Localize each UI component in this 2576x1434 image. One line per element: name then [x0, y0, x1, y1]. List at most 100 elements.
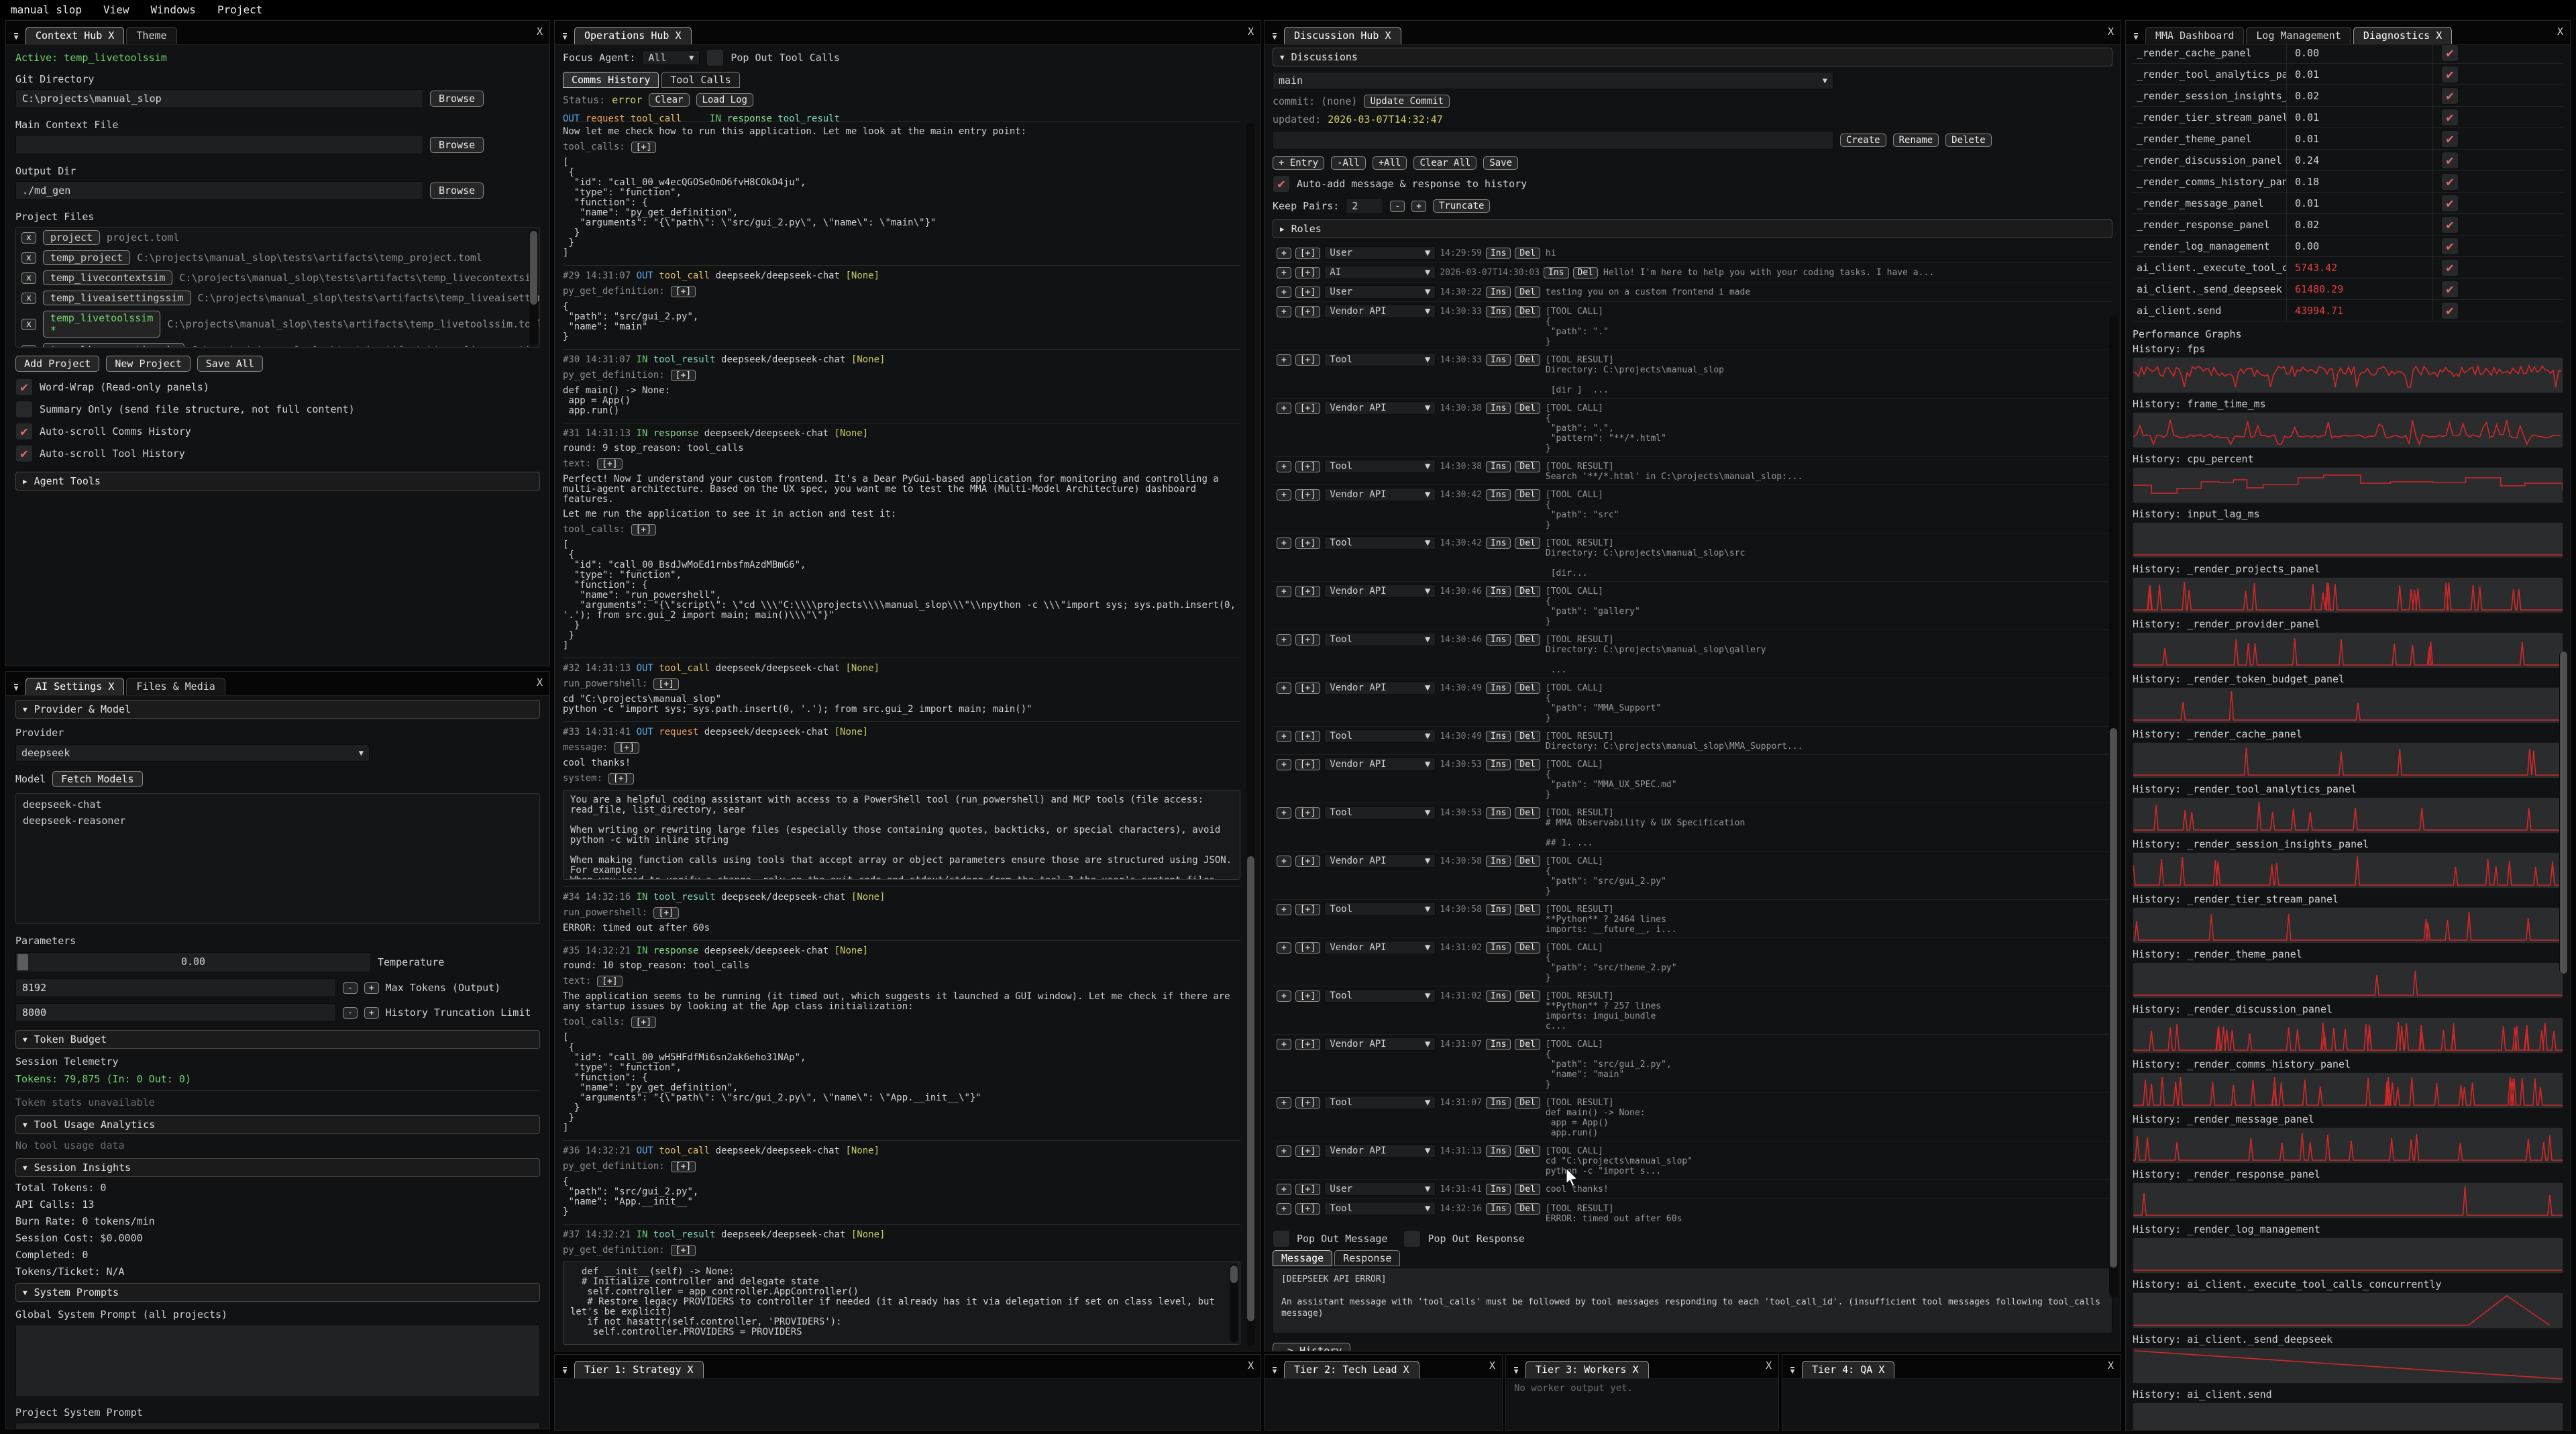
keep-pairs-plus-button[interactable]: +	[1411, 201, 1426, 212]
entry-collapse-button[interactable]: +	[1277, 856, 1291, 867]
menu-item-project[interactable]: Project	[207, 2, 273, 17]
entry-role-select[interactable]: Tool▼	[1324, 903, 1436, 916]
popout-message-checkbox[interactable]	[1273, 1230, 1290, 1247]
popout-response-checkbox[interactable]	[1403, 1230, 1421, 1247]
disc--all-button[interactable]: +All	[1373, 156, 1407, 170]
entry-collapse-button[interactable]: +	[1277, 489, 1291, 501]
expand-button[interactable]: [+]	[653, 907, 678, 919]
entry-del-button[interactable]: Del	[1515, 1039, 1540, 1050]
tab-tier2-techlead[interactable]: Tier 2: Tech Lead X	[1284, 1361, 1419, 1378]
history-trunc-plus-button[interactable]: +	[364, 1007, 379, 1019]
menu-item-manual-slop[interactable]: manual slop	[0, 2, 93, 17]
close-icon[interactable]: X	[2108, 1360, 2114, 1372]
ctx-new-project-button[interactable]: New Project	[106, 356, 190, 372]
session-insights-section[interactable]: ▼ Session Insights	[15, 1158, 540, 1177]
entry-collapse-button[interactable]: +	[1277, 403, 1291, 414]
disc-clear-all-button[interactable]: Clear All	[1413, 156, 1477, 170]
entry-role-select[interactable]: Tool▼	[1324, 989, 1436, 1003]
discussions-section[interactable]: ▼ Discussions	[1273, 48, 2112, 66]
entry-del-button[interactable]: Del	[1515, 461, 1540, 472]
checkbox[interactable]	[15, 401, 33, 418]
entry-ins-button[interactable]: Ins	[1486, 306, 1511, 317]
history-trunc-input[interactable]: 8000	[15, 1003, 336, 1022]
entry-ins-button[interactable]: Ins	[1486, 990, 1511, 1002]
remove-file-button[interactable]: x	[21, 252, 36, 264]
delete-button[interactable]: Delete	[1945, 134, 1992, 147]
remove-file-button[interactable]: x	[21, 345, 36, 348]
entry-collapse-button[interactable]: +	[1277, 682, 1291, 694]
entry-ins-button[interactable]: Ins	[1486, 403, 1511, 414]
entry-ins-button[interactable]: Ins	[1486, 1184, 1511, 1195]
focus-agent-select[interactable]: All▼	[642, 50, 700, 65]
entry-del-button[interactable]: Del	[1515, 1184, 1540, 1195]
diag-checkbox[interactable]: ✔	[2441, 66, 2459, 83]
entry-role-select[interactable]: Tool▼	[1324, 460, 1436, 473]
entry-role-select[interactable]: Vendor API▼	[1324, 401, 1436, 415]
subtab-response[interactable]: Response	[1334, 1250, 1400, 1266]
project-chip-button[interactable]: temp_livetoolssim *	[43, 311, 161, 338]
entry-del-button[interactable]: Del	[1515, 807, 1540, 819]
git-dir-input[interactable]: C:\projects\manual_slop	[15, 89, 423, 108]
project-prompt-textarea[interactable]	[15, 1423, 540, 1429]
entry-del-button[interactable]: Del	[1515, 1203, 1540, 1215]
expand-button[interactable]: [+]	[614, 742, 639, 754]
entry-role-select[interactable]: Vendor API▼	[1324, 488, 1436, 501]
scrollbar-thumb[interactable]	[1247, 856, 1254, 1321]
entry-del-button[interactable]: Del	[1515, 759, 1540, 770]
window-menu-icon[interactable]: ▼	[557, 1362, 572, 1378]
entry-role-select[interactable]: Tool▼	[1324, 806, 1436, 819]
entry-expand-button[interactable]: [+]	[1295, 489, 1320, 501]
rename-button[interactable]: Rename	[1893, 134, 1939, 147]
expand-button[interactable]: [+]	[631, 1017, 656, 1028]
scrollbar-thumb[interactable]	[1230, 1266, 1238, 1283]
diag-checkbox[interactable]: ✔	[2441, 302, 2459, 319]
entry-del-button[interactable]: Del	[1515, 1097, 1540, 1109]
close-icon[interactable]: X	[537, 676, 543, 688]
ctx-add-project-button[interactable]: Add Project	[15, 356, 99, 372]
ctx-save-all-button[interactable]: Save All	[197, 356, 263, 372]
entry-ins-button[interactable]: Ins	[1486, 1145, 1511, 1157]
max-tokens-minus-button[interactable]: -	[343, 982, 358, 994]
provider-model-section[interactable]: ▼ Provider & Model	[15, 700, 540, 719]
entry-del-button[interactable]: Del	[1515, 990, 1540, 1002]
expand-button[interactable]: [+]	[631, 524, 656, 535]
entry-del-button[interactable]: Del	[1515, 942, 1540, 954]
checkbox[interactable]: ✔	[15, 445, 33, 462]
git-dir-browse-button[interactable]: Browse	[430, 91, 484, 107]
keep-pairs-minus-button[interactable]: -	[1390, 201, 1405, 212]
tab-tier1-strategy[interactable]: Tier 1: Strategy X	[574, 1361, 704, 1378]
entry-del-button[interactable]: Del	[1515, 354, 1540, 366]
entry-del-button[interactable]: Del	[1515, 248, 1540, 259]
entry-del-button[interactable]: Del	[1515, 1145, 1540, 1157]
entry-role-select[interactable]: Vendor API▼	[1324, 941, 1436, 954]
window-menu-icon[interactable]: ▼	[1785, 1362, 1800, 1378]
entry-role-select[interactable]: Tool▼	[1324, 729, 1436, 743]
entry-collapse-button[interactable]: +	[1277, 1203, 1291, 1215]
entry-ins-button[interactable]: Ins	[1544, 267, 1568, 278]
entry-role-select[interactable]: Tool▼	[1324, 633, 1436, 646]
subtab-comms-history[interactable]: Comms History	[563, 72, 659, 88]
entry-expand-button[interactable]: [+]	[1295, 306, 1320, 317]
history-trunc-minus-button[interactable]: -	[343, 1007, 358, 1019]
model-list-item[interactable]: deepseek-chat	[16, 797, 539, 813]
project-chip-button[interactable]: project	[43, 230, 100, 245]
close-icon[interactable]: X	[2557, 25, 2563, 38]
diag-checkbox[interactable]: ✔	[2441, 130, 2459, 148]
entry-role-select[interactable]: User▼	[1324, 246, 1436, 260]
expand-button[interactable]: [+]	[671, 1245, 696, 1256]
entry-ins-button[interactable]: Ins	[1486, 248, 1511, 259]
entry-collapse-button[interactable]: +	[1277, 807, 1291, 819]
diag-checkbox[interactable]: ✔	[2441, 44, 2459, 62]
project-chip-button[interactable]: temp_liveexecutionsim	[43, 343, 185, 348]
entry-expand-button[interactable]: [+]	[1295, 942, 1320, 954]
system-prompts-section[interactable]: ▼ System Prompts	[15, 1283, 540, 1302]
entry-collapse-button[interactable]: +	[1277, 586, 1291, 597]
expand-button[interactable]: [+]	[597, 976, 622, 987]
remove-file-button[interactable]: x	[21, 272, 36, 284]
entry-del-button[interactable]: Del	[1515, 306, 1540, 317]
entry-ins-button[interactable]: Ins	[1486, 537, 1511, 549]
agent-tools-section[interactable]: ▶ Agent Tools	[15, 472, 540, 491]
entry-expand-button[interactable]: [+]	[1295, 586, 1320, 597]
roles-section[interactable]: ▶ Roles	[1273, 219, 2112, 238]
tool-usage-section[interactable]: ▼ Tool Usage Analytics	[15, 1115, 540, 1134]
